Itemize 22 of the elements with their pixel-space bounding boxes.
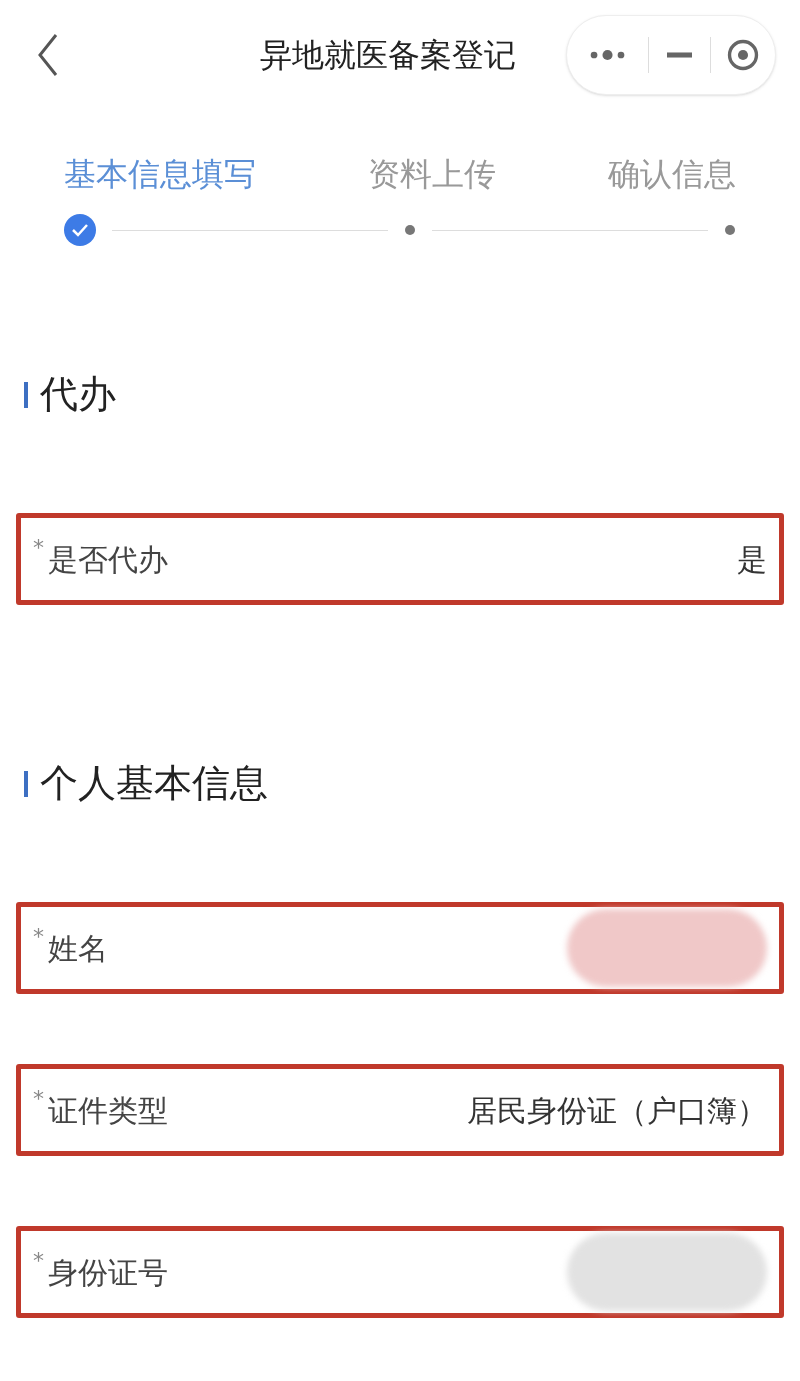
field-value: 是 bbox=[737, 540, 767, 579]
field-label: 是否代办 bbox=[48, 540, 168, 579]
required-mark: * bbox=[33, 1087, 44, 1110]
section-accent-bar bbox=[24, 770, 28, 797]
section-title: 个人基本信息 bbox=[40, 760, 268, 807]
more-icon[interactable] bbox=[589, 48, 627, 62]
form-row[interactable]: *是否代办 是 bbox=[16, 513, 784, 605]
field-value: 居民身份证（户口簿） bbox=[467, 1091, 767, 1130]
back-icon[interactable] bbox=[36, 33, 60, 77]
minimize-icon[interactable] bbox=[666, 51, 693, 59]
required-mark: * bbox=[33, 925, 44, 948]
section-accent-bar bbox=[24, 381, 28, 408]
form-row[interactable]: *姓名 bbox=[16, 902, 784, 994]
form-row[interactable]: *证件类型 居民身份证（户口簿） bbox=[16, 1064, 784, 1156]
field-label: 身份证号 bbox=[48, 1253, 168, 1292]
form-row[interactable]: *身份证号 bbox=[16, 1226, 784, 1318]
field-label: 证件类型 bbox=[48, 1091, 168, 1130]
page-title: 异地就医备案登记 bbox=[260, 35, 516, 76]
section-title: 代办 bbox=[40, 371, 116, 418]
required-mark: * bbox=[33, 536, 44, 559]
required-mark: * bbox=[33, 1249, 44, 1272]
field-label: 姓名 bbox=[48, 929, 108, 968]
